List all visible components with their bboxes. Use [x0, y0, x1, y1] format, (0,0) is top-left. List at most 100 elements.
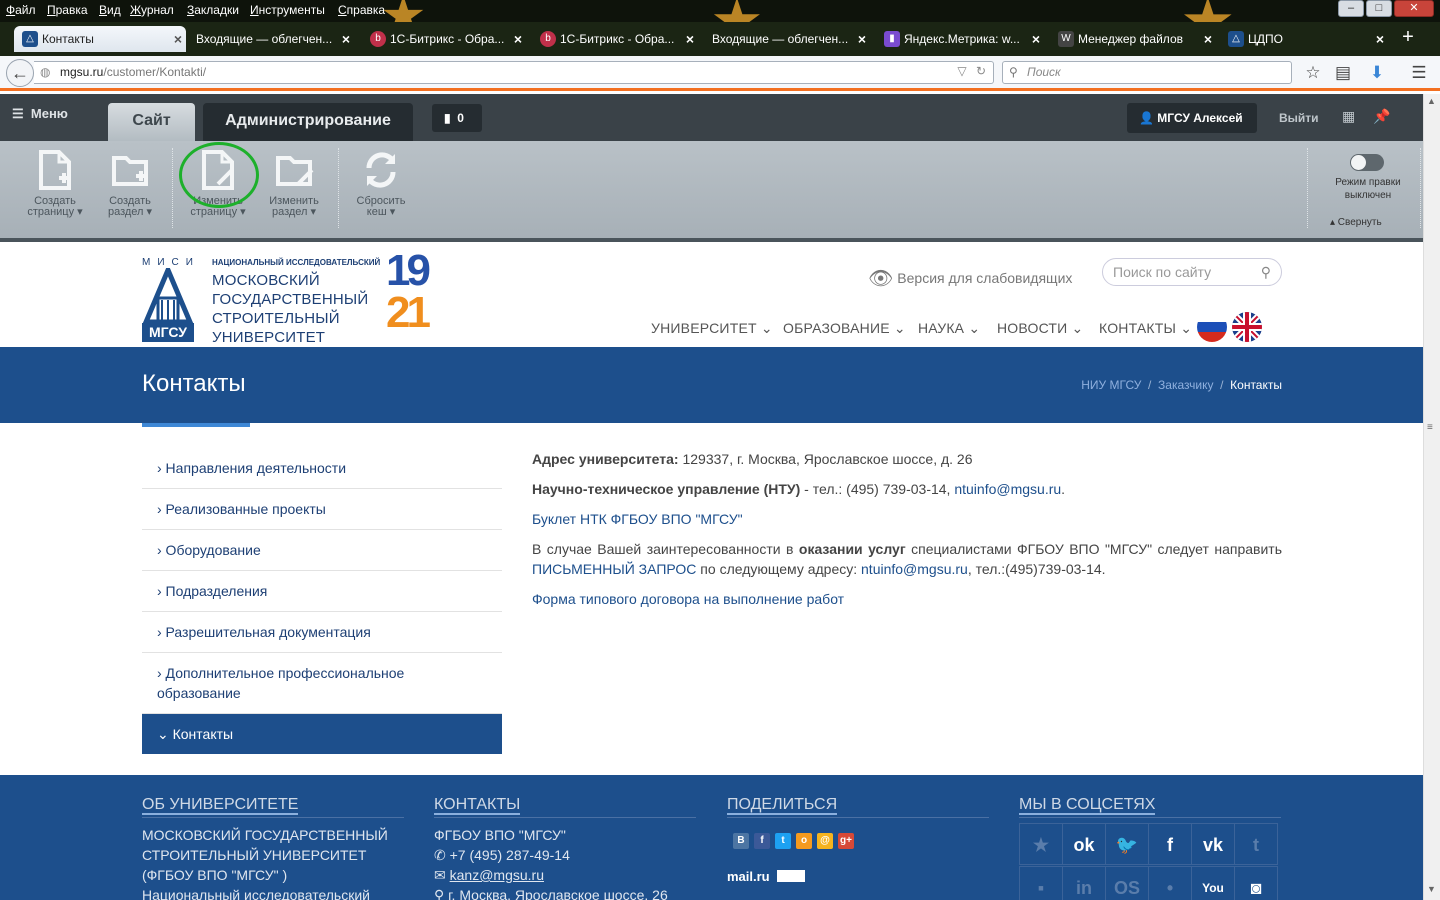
scroll-grip-icon[interactable]: ≡	[1427, 422, 1433, 433]
social-icon[interactable]: •	[1148, 866, 1192, 900]
written-request-link[interactable]: ПИСЬМЕННЫЙ ЗАПРОС	[532, 561, 696, 577]
tumblr-icon[interactable]: t	[1234, 823, 1278, 865]
tab-administration[interactable]: Администрирование	[203, 103, 413, 141]
reload-icon[interactable]: ↻	[976, 64, 986, 78]
sidebar-item-equipment[interactable]: › Оборудование	[142, 530, 502, 571]
close-tab-icon[interactable]: ×	[1032, 26, 1040, 52]
create-section-button[interactable]: Создать раздел ▾	[95, 148, 165, 218]
menu-edit[interactable]: Правка	[47, 3, 88, 17]
sidebar-item-permits[interactable]: › Разрешительная документация	[142, 612, 502, 653]
browser-tab-bitrix-2[interactable]: b 1С-Битрикс - Обра... ×	[532, 26, 698, 52]
nav-science[interactable]: НАУКА ⌄	[918, 320, 980, 337]
ntu-email-link[interactable]: ntuinfo@mgsu.ru	[954, 481, 1061, 497]
clear-cache-button[interactable]: Сбросить кеш ▾	[346, 148, 416, 218]
text: специалистами ФГБОУ ВПО "МГСУ" следует н…	[905, 541, 1282, 557]
maximize-button[interactable]: □	[1366, 0, 1392, 17]
nav-education[interactable]: ОБРАЗОВАНИЕ ⌄	[783, 320, 906, 337]
browser-tab-cdpo[interactable]: △ ЦДПО ×	[1220, 26, 1388, 52]
minimize-button[interactable]: –	[1338, 0, 1364, 17]
pin-icon[interactable]: 📌	[1373, 108, 1390, 124]
contract-form-link[interactable]: Форма типового договора на выполнение ра…	[532, 591, 844, 607]
close-tab-icon[interactable]: ×	[342, 26, 350, 52]
googleplus-share-icon[interactable]: g+	[838, 833, 854, 849]
collapse-toolbar-link[interactable]: ▴ Свернуть	[1330, 217, 1382, 228]
dropdown-icon[interactable]: ▽	[957, 64, 966, 78]
sidebar-item-extra-education[interactable]: › Дополнительное профессиональное образо…	[142, 653, 502, 714]
browser-tab-bitrix-1[interactable]: b 1С-Битрикс - Обра... ×	[362, 26, 526, 52]
sidebar-item-departments[interactable]: › Подразделения	[142, 571, 502, 612]
url-bar[interactable]: ◍ mgsu.ru/customer/Kontakti/	[34, 61, 994, 84]
uk-flag-icon[interactable]	[1232, 312, 1262, 342]
browser-tab-metrika[interactable]: ▮ Яндекс.Метрика: w... ×	[876, 26, 1044, 52]
close-tab-icon[interactable]: ×	[174, 26, 182, 52]
downloads-icon[interactable]: ⬇	[1365, 61, 1389, 85]
edit-mode-toggle[interactable]	[1350, 154, 1384, 171]
menu-hamburger-icon[interactable]: ☰	[1407, 61, 1431, 85]
facebook-share-icon[interactable]: f	[754, 833, 770, 849]
browser-search-input[interactable]: ⚲ Поиск	[1002, 61, 1292, 84]
nav-university[interactable]: УНИВЕРСИТЕТ ⌄	[651, 320, 773, 337]
browser-tab-inbox-1[interactable]: Входящие — облегчен... ×	[188, 26, 354, 52]
user-button[interactable]: 👤 МГСУ Алексей	[1127, 103, 1257, 133]
os-icon[interactable]: OS	[1105, 866, 1149, 900]
odnoklassniki-icon[interactable]: ok	[1062, 823, 1106, 865]
close-tab-icon[interactable]: ×	[1376, 26, 1384, 52]
logout-link[interactable]: Выйти	[1279, 111, 1319, 125]
site-search-input[interactable]: Поиск по сайту ⚲	[1102, 258, 1282, 286]
mailru-share-icon[interactable]: @	[817, 833, 833, 849]
menu-tools[interactable]: Инструменты	[250, 3, 325, 17]
vk-icon[interactable]: vk	[1191, 823, 1235, 865]
twitter-share-icon[interactable]: t	[775, 833, 791, 849]
breadcrumb-customer[interactable]: Заказчику	[1158, 378, 1213, 392]
sidebar-item-projects[interactable]: › Реализованные проекты	[142, 489, 502, 530]
low-vision-label: Версия для слабовидящих	[897, 270, 1073, 286]
back-button[interactable]: ←	[6, 59, 34, 87]
odnoklassniki-share-icon[interactable]: о	[796, 833, 812, 849]
low-vision-link[interactable]: 👁 Версия для слабовидящих	[868, 266, 1072, 291]
browser-tab-file-manager[interactable]: W Менеджер файлов ×	[1050, 26, 1216, 52]
create-page-button[interactable]: Создать страницу ▾	[20, 148, 90, 218]
close-tab-icon[interactable]: ×	[514, 26, 522, 52]
close-tab-icon[interactable]: ×	[686, 26, 694, 52]
twitter-icon[interactable]: 🐦	[1105, 823, 1149, 865]
star-social-icon[interactable]: ★	[1019, 823, 1063, 865]
breadcrumb-home[interactable]: НИУ МГСУ	[1081, 378, 1141, 392]
admin-menu-button[interactable]: ☰ Меню	[12, 106, 68, 122]
browser-tab-contacts[interactable]: △ Контакты ×	[14, 26, 186, 52]
tab-label: Входящие — облегчен...	[196, 32, 333, 46]
request-email-link[interactable]: ntuinfo@mgsu.ru	[861, 561, 968, 577]
close-tab-icon[interactable]: ×	[858, 26, 866, 52]
close-tab-icon[interactable]: ×	[1204, 26, 1212, 52]
settings-panel-icon[interactable]: ▦	[1342, 108, 1355, 124]
facebook-icon[interactable]: f	[1148, 823, 1192, 865]
menu-bookmarks[interactable]: Закладки	[187, 3, 239, 17]
bookmark-star-icon[interactable]: ☆	[1301, 61, 1325, 85]
youtube-icon[interactable]: You	[1191, 866, 1235, 900]
scroll-down-icon[interactable]: ▼	[1427, 884, 1436, 894]
edit-section-button[interactable]: Изменить раздел ▾	[259, 148, 329, 218]
year-bottom: 21	[386, 288, 431, 337]
sidebar-item-activities[interactable]: › Направления деятельности	[142, 448, 502, 489]
instagram-icon[interactable]: ◙	[1234, 866, 1278, 900]
tab-site[interactable]: Сайт	[108, 103, 195, 141]
close-window-button[interactable]: ✕	[1394, 0, 1434, 17]
linkedin-icon[interactable]: in	[1062, 866, 1106, 900]
vk-share-icon[interactable]: В	[733, 833, 749, 849]
browser-tab-inbox-2[interactable]: Входящие — облегчен... ×	[704, 26, 870, 52]
social-icon[interactable]: ▪	[1019, 866, 1063, 900]
booklet-link[interactable]: Буклет НТК ФГБОУ ВПО "МГСУ"	[532, 511, 743, 527]
mailru-counter[interactable]: mail.ru	[727, 869, 806, 884]
bitrix-favicon-icon: b	[540, 31, 556, 47]
footer-email-link[interactable]: kanz@mgsu.ru	[450, 867, 544, 883]
sidebar-item-contacts-active[interactable]: ⌄ Контакты	[142, 714, 502, 754]
page-scrollbar[interactable]: ▲ ≡ ▼	[1423, 94, 1440, 900]
russian-flag-icon[interactable]	[1197, 312, 1227, 342]
nav-news[interactable]: НОВОСТИ ⌄	[997, 320, 1083, 337]
menu-file[interactable]: Файл	[6, 3, 36, 17]
nav-contacts[interactable]: КОНТАКТЫ ⌄	[1099, 320, 1192, 337]
menu-help[interactable]: Справка	[338, 3, 385, 17]
bookmarks-list-icon[interactable]: ▤	[1331, 61, 1355, 85]
new-tab-button[interactable]: +	[1398, 26, 1418, 50]
scroll-up-icon[interactable]: ▲	[1427, 96, 1436, 106]
notifications-button[interactable]: ▮ 0	[432, 104, 482, 132]
